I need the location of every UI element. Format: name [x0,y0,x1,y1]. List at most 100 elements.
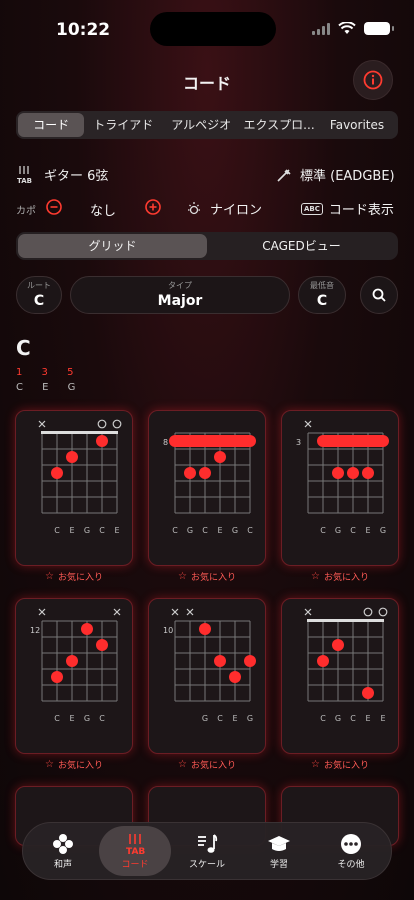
finger-dot [96,639,108,651]
favorite-button[interactable]: ☆ お気に入り [148,570,266,583]
string-note: G [84,714,90,723]
fret-number: 8 [163,438,168,447]
string-note: C [54,714,60,723]
favorite-button[interactable]: ☆ お気に入り [15,570,133,583]
type-selector[interactable]: タイプ Major [70,276,290,314]
instrument-selector[interactable]: TAB ギター 6弦 [16,165,108,184]
guitar-icon: TAB [126,833,145,855]
tab-scale[interactable]: スケール [171,826,243,876]
string-note: E [232,714,237,723]
string-note: G [232,526,238,535]
star-icon: ☆ [311,759,320,770]
chord-diagram-card[interactable]: CEGCE [15,410,133,566]
info-button[interactable] [353,60,393,100]
harmony-icon [53,833,73,854]
finger-dot [332,467,344,479]
bass-selector[interactable]: 最低音 C [298,276,346,314]
chord-diagram: CEGCE [38,419,122,535]
chord-diagram-card[interactable]: 10 G C E G [148,598,266,754]
favorite-button[interactable]: ☆ お気に入り [15,758,133,771]
capo-decrease-button[interactable] [46,199,62,219]
tab-bar: 和声 TAB コード スケール 学習 その他 [22,822,392,880]
tab-triad[interactable]: トライアド [84,113,162,137]
search-button[interactable] [360,276,398,314]
favorite-button[interactable]: ☆ お気に入り [148,758,266,771]
chord-diagram-card[interactable]: 12 C E G C [15,598,133,754]
tab-more-label: その他 [337,859,365,870]
root-selector[interactable]: ルート C [16,276,62,314]
open-marker [378,607,388,617]
tab-scale-label: スケール [188,859,225,870]
string-note: E [380,714,385,723]
finger-dot [81,623,93,635]
mode-tabs: コード トライアド アルペジオ エクスプロ... Favorites [16,111,398,139]
finger-dot [362,687,374,699]
display-mode-label: コード表示 [328,203,394,218]
capo-value: なし [90,204,117,219]
tab-favorites[interactable]: Favorites [318,113,396,137]
finger-dot [317,655,329,667]
chord-diagram-card[interactable]: 3CGCEG [281,410,399,566]
string-type-selector[interactable]: ナイロン [186,199,262,218]
tab-learn[interactable]: 学習 [243,826,315,876]
more-icon [341,833,361,854]
tab-arpeggio[interactable]: アルペジオ [162,113,240,137]
svg-text:TAB: TAB [126,847,145,855]
bass-label: 最低音 [310,281,334,290]
string-note: C [54,526,60,535]
chord-diagram: CGCEE [304,607,388,723]
dynamic-island [150,12,276,46]
nut [307,619,384,622]
minus-circle-icon [46,199,62,215]
sun-icon [188,201,200,214]
string-note: G [84,526,90,535]
tuning-fork-icon [277,168,291,182]
tab-grid[interactable]: グリッド [18,234,207,258]
string-note: C [320,714,326,723]
string-note: C [320,526,326,535]
string-note: G [247,714,253,723]
plus-circle-icon [145,199,161,215]
string-note: G [187,526,193,535]
info-icon [363,70,383,90]
battery-icon [364,22,394,35]
chord-diagram-card[interactable]: CGCEE [281,598,399,754]
capo-increase-button[interactable] [145,199,161,219]
tab-chords[interactable]: TAB コード [99,826,171,876]
finger-dot [51,467,63,479]
finger-dot [244,655,256,667]
fret-number: 12 [30,626,40,635]
chord-diagram: 10G C E G [163,608,256,723]
tuning-value: 標準 (EADGBE) [300,169,395,184]
chord-name: C [16,336,31,360]
tab-harmony[interactable]: 和声 [27,826,99,876]
chord-notes: C E G [16,382,84,393]
tuning-selector[interactable]: 標準 (EADGBE) [276,165,395,184]
tab-chord[interactable]: コード [18,113,85,137]
tab-caged[interactable]: CAGEDビュー [207,234,396,258]
finger-dot [66,451,78,463]
chord-diagram-card[interactable]: 8CGCEGC [148,410,266,566]
star-icon: ☆ [311,571,320,582]
favorite-button[interactable]: ☆ お気に入り [281,570,399,583]
tab-chords-label: コード [121,859,149,870]
display-mode-toggle[interactable]: ABC コード表示 [301,199,394,218]
status-time: 10:22 [56,20,111,40]
star-icon: ☆ [178,571,187,582]
root-value: C [33,293,45,309]
music-note-icon [198,833,218,853]
string-note: C [99,526,105,535]
search-icon [372,288,386,302]
favorite-button[interactable]: ☆ お気に入り [281,758,399,771]
fret-number: 10 [163,626,173,635]
string-note: E [365,526,370,535]
finger-dot [199,467,211,479]
open-marker [363,607,373,617]
finger-dot [184,467,196,479]
tab-more[interactable]: その他 [315,826,387,876]
tab-explore[interactable]: エクスプロ... [240,113,318,137]
finger-dot [332,639,344,651]
string-note: C [99,714,105,723]
finger-dot [347,467,359,479]
finger-dot [362,467,374,479]
